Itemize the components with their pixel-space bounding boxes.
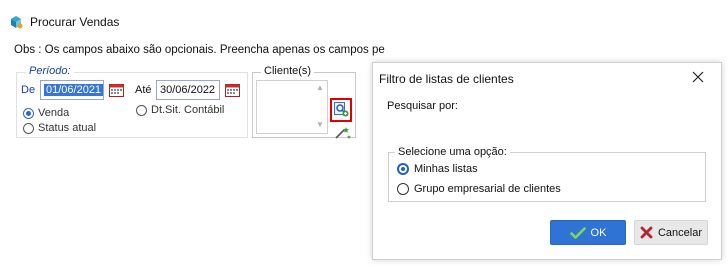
cancel-label: Cancelar	[657, 226, 703, 239]
radio-dtsit-label: Dt.Sit. Contábil	[151, 104, 225, 116]
radio-minhas-listas-label: Minhas listas	[414, 163, 478, 175]
radio-minhas-listas-indicator	[397, 163, 409, 175]
close-icon	[692, 71, 704, 86]
dialog-title: Filtro de listas de clientes	[379, 72, 514, 86]
radio-grupo-empresarial-indicator	[397, 183, 409, 195]
date-from-value: 01/06/2021	[44, 84, 104, 96]
scroll-up-arrow[interactable]: ▲	[316, 83, 324, 92]
radio-grupo-empresarial[interactable]: Grupo empresarial de clientes	[397, 183, 561, 195]
window-title: Procurar Vendas	[30, 15, 120, 29]
calendar-icon[interactable]	[225, 83, 240, 97]
radio-venda-indicator	[23, 107, 34, 119]
radio-dt-sit-contabil[interactable]: Dt.Sit. Contábil	[136, 104, 224, 116]
app-icon	[8, 14, 24, 30]
radio-minhas-listas[interactable]: Minhas listas	[397, 163, 478, 175]
option-group-legend: Selecione uma opção:	[395, 146, 510, 158]
obs-text: Obs : Os campos abaixo são opcionais. Pr…	[14, 44, 385, 56]
radio-venda[interactable]: Venda	[23, 107, 69, 119]
radio-status-atual[interactable]: Status atual	[23, 122, 96, 134]
scroll-down-arrow[interactable]: ▼	[316, 120, 324, 129]
ok-label: OK	[590, 226, 607, 239]
date-to-field[interactable]: 30/06/2022	[156, 80, 220, 100]
search-list-icon	[333, 101, 349, 120]
search-list-button[interactable]	[330, 98, 352, 122]
ate-label: Até	[135, 84, 152, 96]
radio-venda-label: Venda	[38, 107, 70, 119]
search-label: Pesquisar por:	[387, 100, 458, 112]
radio-status-label: Status atual	[38, 122, 97, 134]
magic-wand-icon[interactable]	[334, 126, 352, 140]
calendar-icon[interactable]	[109, 83, 124, 97]
radio-dtsit-indicator	[136, 104, 147, 116]
de-label: De	[21, 84, 36, 96]
ok-button[interactable]: OK	[550, 220, 626, 245]
radio-status-indicator	[23, 122, 34, 134]
check-icon	[569, 226, 586, 240]
date-from-field[interactable]: 01/06/2021	[40, 80, 104, 100]
radio-grupo-empresarial-label: Grupo empresarial de clientes	[414, 183, 561, 195]
cancel-button[interactable]: Cancelar	[634, 220, 708, 245]
cliente-legend: Cliente(s)	[261, 65, 315, 77]
close-button[interactable]	[689, 69, 707, 87]
cancel-x-icon	[640, 226, 653, 239]
periodo-legend: Período:	[26, 65, 74, 77]
window-title-bar: Procurar Vendas	[8, 10, 119, 34]
